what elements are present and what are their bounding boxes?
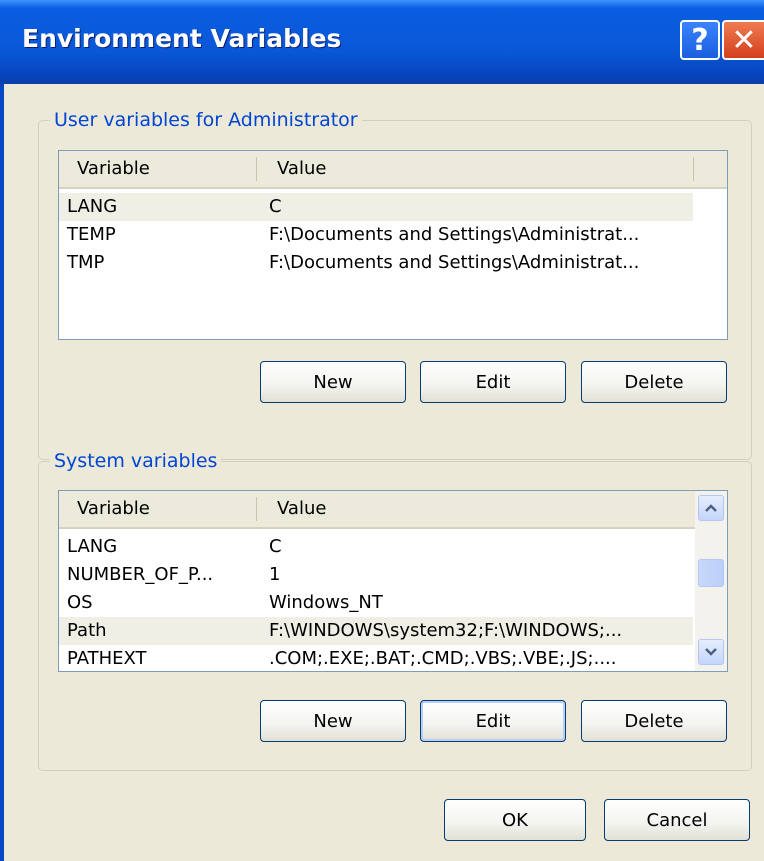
variable-name-cell: NUMBER_OF_P...	[67, 564, 214, 585]
system-list-scrollbar[interactable]	[695, 491, 727, 671]
help-button[interactable]: ?	[680, 20, 720, 60]
table-row[interactable]: TMP F:\Documents and Settings\Administrat…	[59, 249, 693, 277]
variable-value-cell: F:\Documents and Settings\Administrat...	[269, 224, 640, 245]
environment-variables-dialog: Environment Variables ? ✕ User variables…	[0, 0, 764, 861]
variable-name-cell: TMP	[67, 252, 105, 273]
column-divider[interactable]	[256, 497, 257, 521]
column-header-value[interactable]: Value	[259, 491, 694, 527]
system-edit-button[interactable]: Edit	[420, 700, 566, 742]
column-header-variable[interactable]: Variable	[59, 491, 259, 527]
table-row[interactable]: LANG C	[59, 193, 693, 221]
column-divider[interactable]	[693, 157, 694, 181]
column-header-value[interactable]: Value	[259, 151, 694, 187]
scroll-thumb[interactable]	[698, 559, 724, 587]
scroll-down-arrow-icon	[705, 648, 717, 656]
system-delete-button[interactable]: Delete	[581, 700, 727, 742]
column-header-variable[interactable]: Variable	[59, 151, 259, 187]
system-variables-list[interactable]: Variable Value LANG C NUMBER_OF_P... 1 OS Win…	[58, 490, 728, 672]
variable-value-cell: Windows_NT	[269, 592, 383, 613]
table-row[interactable]: Path F:\WINDOWS\system32;F:\WINDOWS;...	[59, 617, 693, 645]
user-list-header: Variable Value	[59, 151, 727, 189]
cancel-button[interactable]: Cancel	[604, 799, 750, 841]
variable-name-cell: LANG	[67, 536, 118, 557]
system-new-button[interactable]: New	[260, 700, 406, 742]
scroll-up-button[interactable]	[698, 495, 724, 521]
variable-value-cell: F:\Documents and Settings\Administrat...	[269, 252, 640, 273]
variable-value-cell: F:\WINDOWS\system32;F:\WINDOWS;...	[269, 620, 623, 641]
system-list-header: Variable Value	[59, 491, 695, 529]
scroll-up-arrow-icon	[705, 504, 717, 512]
scroll-down-button[interactable]	[698, 639, 724, 665]
variable-name-cell: TEMP	[67, 224, 116, 245]
table-row[interactable]: PATHEXT .COM;.EXE;.BAT;.CMD;.VBS;.VBE;.JS…	[59, 645, 693, 671]
table-row[interactable]: TEMP F:\Documents and Settings\Administra…	[59, 221, 693, 249]
user-edit-button[interactable]: Edit	[420, 361, 566, 403]
table-row[interactable]: OS Windows_NT	[59, 589, 693, 617]
table-row[interactable]: NUMBER_OF_P... 1	[59, 561, 693, 589]
variable-name-cell: PATHEXT	[67, 648, 147, 669]
variable-value-cell: C	[269, 196, 282, 217]
variable-value-cell: C	[269, 536, 282, 557]
variable-name-cell: OS	[67, 592, 93, 613]
table-row[interactable]: LANG C	[59, 533, 693, 561]
close-button[interactable]: ✕	[722, 20, 764, 60]
column-divider[interactable]	[256, 157, 257, 181]
user-delete-button[interactable]: Delete	[581, 361, 727, 403]
system-variables-legend: System variables	[50, 450, 222, 472]
help-icon: ?	[691, 22, 709, 58]
variable-name-cell: LANG	[67, 196, 118, 217]
ok-button[interactable]: OK	[444, 799, 586, 841]
user-new-button[interactable]: New	[260, 361, 406, 403]
variable-name-cell: Path	[67, 620, 107, 641]
title-bar[interactable]: Environment Variables ? ✕	[0, 0, 764, 84]
window-title: Environment Variables	[22, 24, 342, 53]
variable-value-cell: .COM;.EXE;.BAT;.CMD;.VBS;.VBE;.JS;....	[269, 648, 617, 669]
window-frame-left	[0, 84, 4, 861]
close-icon: ✕	[731, 22, 757, 58]
user-variables-list[interactable]: Variable Value LANG C TEMP F:\Documents and…	[58, 150, 728, 340]
variable-value-cell: 1	[269, 564, 281, 585]
user-variables-legend: User variables for Administrator	[50, 109, 362, 131]
